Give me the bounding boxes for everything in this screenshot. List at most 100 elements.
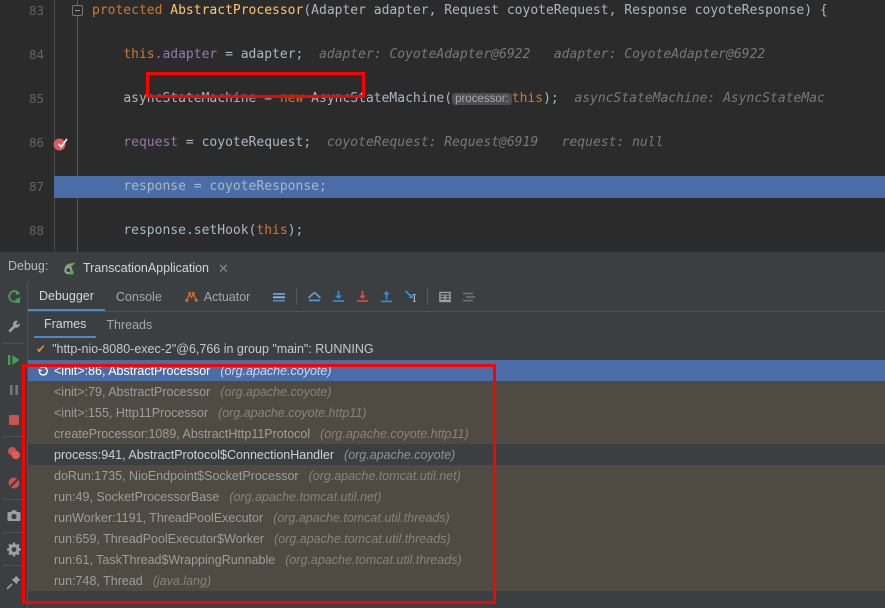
subtab-label: Frames <box>44 317 87 331</box>
frame-row[interactable]: doRun:1735, NioEndpoint$SocketProcessor … <box>28 465 885 486</box>
debug-side-toolbar[interactable] <box>0 282 27 608</box>
frame-package: (org.apache.coyote.http11) <box>320 426 469 441</box>
frame-method: run:61, TaskThread$WrappingRunnable <box>54 552 276 567</box>
frame-package: (org.apache.coyote) <box>344 447 456 462</box>
code-line-88[interactable]: 88 response.setHook(this); <box>0 220 885 242</box>
debug-tool-window: Debug: TranscationApplication ✕ Debugger… <box>0 252 885 608</box>
subtab-frames[interactable]: Frames <box>34 312 97 338</box>
inline-hint-2: adapter: CoyoteAdapter@6922 <box>553 47 766 62</box>
frame-package: (org.apache.tomcat.util.net) <box>229 489 382 504</box>
debugger-tabbar[interactable]: Debugger Console Actuator <box>28 282 885 312</box>
frame-method: run:748, Thread <box>54 573 143 588</box>
frame-row[interactable]: run:49, SocketProcessorBase (org.apache.… <box>28 486 885 507</box>
line-number: 83 <box>28 3 44 18</box>
toolbar-divider <box>427 288 429 305</box>
line-number: 87 <box>28 179 44 194</box>
kw-protected: protected <box>92 3 163 18</box>
frame-row[interactable]: runWorker:1191, ThreadPoolExecutor (org.… <box>28 507 885 528</box>
subtab-threads[interactable]: Threads <box>96 312 162 338</box>
rail-divider <box>3 532 24 533</box>
frame-package: (org.apache.tomcat.util.threads) <box>274 531 451 546</box>
settings-gear-icon[interactable] <box>0 534 27 564</box>
frame-row[interactable]: <init>:155, Http11Processor (org.apache.… <box>28 402 885 423</box>
pause-program-icon[interactable] <box>0 375 27 405</box>
inline-hint: asyncStateMachine: AsyncStateMac <box>574 91 825 106</box>
code-line-85[interactable]: 85 asyncStateMachine = new AsyncStateMac… <box>0 88 885 110</box>
signature-rest: (Adapter adapter, Request coyoteRequest,… <box>303 3 828 18</box>
run-configuration-tab[interactable]: TranscationApplication ✕ <box>58 254 237 284</box>
breakpoint-verified-icon[interactable] <box>52 135 69 152</box>
code-content: request = coyoteRequest; coyoteRequest: … <box>92 132 663 154</box>
frame-row-selected[interactable]: <init>:86, AbstractProcessor (org.apache… <box>28 360 885 381</box>
frames-threads-tabbar[interactable]: Frames Threads <box>28 312 885 339</box>
kw-new: new <box>279 91 304 106</box>
frame-row[interactable]: process:941, AbstractProtocol$Connection… <box>28 444 885 465</box>
tab-label: Debugger <box>39 288 94 303</box>
settings-lines-icon[interactable] <box>457 285 481 309</box>
tab-label: Console <box>115 289 162 304</box>
code-line-87[interactable]: 87 response = coyoteResponse; <box>0 176 885 198</box>
code-line-84[interactable]: 84 this.adapter = adapter; adapter: Coyo… <box>0 44 885 66</box>
frame-row[interactable]: <init>:79, AbstractProcessor (org.apache… <box>28 381 885 402</box>
fold-start-icon[interactable] <box>72 5 83 16</box>
pin-tab-icon[interactable] <box>0 567 27 597</box>
code-line-86[interactable]: 86 request = coyoteRequest; coyoteReques… <box>0 132 885 198</box>
frame-method: runWorker:1191, ThreadPoolExecutor <box>54 510 264 525</box>
run-to-cursor-icon[interactable] <box>398 285 422 309</box>
subtab-label: Threads <box>106 318 153 332</box>
frame-row[interactable]: run:61, TaskThread$WrappingRunnable (org… <box>28 549 885 570</box>
param-hint-chip: processor: <box>452 93 512 105</box>
code-editor[interactable]: 83 protected AbstractProcessor(Adapter a… <box>0 0 885 252</box>
gutter-divider <box>54 0 55 252</box>
stop-icon[interactable] <box>0 405 27 435</box>
rerun-icon[interactable] <box>0 282 27 312</box>
frame-method: run:49, SocketProcessorBase <box>54 489 220 504</box>
call-sethook: .setHook( <box>185 223 257 238</box>
hamburger-icon[interactable] <box>267 285 291 309</box>
thread-running-icon: ✔ <box>36 342 47 356</box>
step-over-icon[interactable] <box>326 285 350 309</box>
thread-status-row[interactable]: ✔ "http-nio-8080-exec-2"@6,766 in group … <box>28 338 885 360</box>
frame-package: (java.lang) <box>152 573 212 588</box>
frame-method: run:659, ThreadPoolExecutor$Worker <box>54 531 265 546</box>
var-asyncstatemachine: asyncStateMachine <box>123 91 257 106</box>
line-number: 86 <box>28 135 44 150</box>
kw-this: this <box>511 91 544 106</box>
frame-method: process:941, AbstractProtocol$Connection… <box>54 447 335 462</box>
inline-hint-2: request: null <box>561 135 664 150</box>
step-into-icon[interactable] <box>350 285 374 309</box>
frame-package: (org.apache.coyote) <box>220 363 332 378</box>
idea-debug-screen: 83 protected AbstractProcessor(Adapter a… <box>0 0 885 608</box>
show-execution-point-icon[interactable] <box>302 285 326 309</box>
tab-debugger[interactable]: Debugger <box>28 282 105 311</box>
evaluate-expression-icon[interactable] <box>433 285 457 309</box>
frame-row[interactable]: run:748, Thread (java.lang) <box>28 570 885 591</box>
line-number: 84 <box>28 47 44 62</box>
rail-divider <box>3 565 24 566</box>
view-breakpoints-icon[interactable] <box>0 438 27 468</box>
step-out-icon[interactable] <box>374 285 398 309</box>
screenshot-icon[interactable] <box>0 501 27 531</box>
tab-label: Actuator <box>203 289 251 304</box>
frame-method: <init>:86, AbstractProcessor <box>54 363 211 378</box>
edit-configuration-icon[interactable] <box>0 312 27 342</box>
run-config-name: TranscationApplication <box>83 261 209 275</box>
tab-console[interactable]: Console <box>105 282 173 311</box>
actuator-icon <box>184 291 198 302</box>
code-content: protected AbstractProcessor(Adapter adap… <box>92 0 828 22</box>
close-icon[interactable]: ✕ <box>218 262 229 275</box>
assignment: = coyoteRequest; <box>178 135 312 150</box>
resume-program-icon[interactable] <box>0 345 27 375</box>
tab-actuator[interactable]: Actuator <box>173 282 262 311</box>
frames-list[interactable]: ✔ "http-nio-8080-exec-2"@6,766 in group … <box>28 338 885 608</box>
frame-row[interactable]: createProcessor:1089, AbstractHttp11Prot… <box>28 423 885 444</box>
ctor-tail: ); <box>543 91 559 106</box>
frame-row[interactable]: run:659, ThreadPoolExecutor$Worker (org.… <box>28 528 885 549</box>
reset-frame-icon[interactable] <box>36 365 49 377</box>
eq: = <box>256 91 280 106</box>
debug-tool-window-body: Debugger Console Actuator Frames Threads… <box>0 282 885 608</box>
obj-response: response <box>123 223 186 238</box>
code-content: response = coyoteResponse; <box>92 176 327 198</box>
code-line-83[interactable]: 83 protected AbstractProcessor(Adapter a… <box>0 0 885 22</box>
mute-breakpoints-icon[interactable] <box>0 468 27 498</box>
